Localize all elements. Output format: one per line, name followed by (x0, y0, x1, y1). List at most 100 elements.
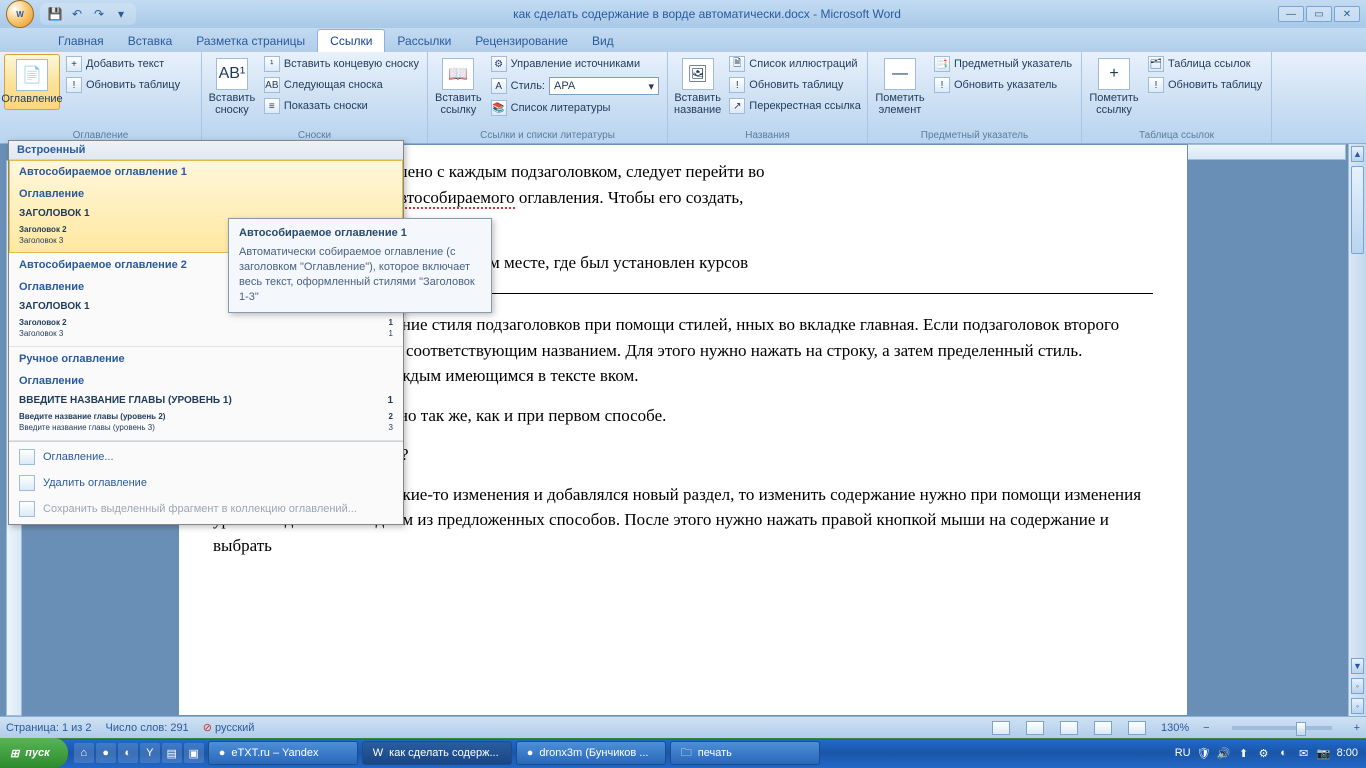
view-print-layout[interactable] (992, 721, 1010, 735)
scroll-thumb[interactable] (1351, 166, 1364, 254)
save-selection-icon (19, 501, 35, 517)
tab-review[interactable]: Рецензирование (463, 30, 580, 52)
scroll-down-icon[interactable]: ▼ (1351, 658, 1364, 674)
start-button[interactable]: ⊞пуск (0, 738, 68, 768)
index-icon: 📑 (934, 56, 950, 72)
status-lang[interactable]: ⊘ русский (203, 721, 255, 734)
ql-icon[interactable]: ▤ (162, 743, 182, 763)
toc-button-label: Оглавление (1, 93, 62, 105)
insert-toa-button[interactable]: 🗂Таблица ссылок (1144, 54, 1266, 74)
view-outline[interactable] (1094, 721, 1112, 735)
insert-citation-button[interactable]: 📖 Вставить ссылку (432, 54, 485, 120)
maximize-button[interactable]: ▭ (1306, 6, 1332, 22)
tray-lang[interactable]: RU (1175, 747, 1191, 759)
qat-dropdown-icon[interactable]: ▾ (112, 5, 130, 23)
ql-icon[interactable]: ◐ (118, 743, 138, 763)
taskbar-item[interactable]: ●eTXT.ru – Yandex (208, 741, 358, 765)
toc-icon (19, 449, 35, 465)
zoom-in-icon[interactable]: + (1354, 722, 1360, 734)
tab-references[interactable]: Ссылки (317, 29, 385, 52)
citation-style-combo[interactable]: APA▾ (549, 77, 659, 95)
figures-icon: 🗎 (729, 56, 745, 72)
tab-home[interactable]: Главная (46, 30, 116, 52)
scrollbar-vertical[interactable]: ▲ ▼ ◦ ◦ (1348, 144, 1366, 716)
update-icon: ! (729, 77, 745, 93)
ribbon-tabs: Главная Вставка Разметка страницы Ссылки… (0, 28, 1366, 52)
tray-icon[interactable]: ⚙ (1257, 746, 1271, 760)
status-page[interactable]: Страница: 1 из 2 (6, 722, 92, 734)
taskbar-item[interactable]: ●dronx3m (Бунчиков ... (516, 741, 666, 765)
tab-mailings[interactable]: Рассылки (385, 30, 463, 52)
system-tray: RU 🛡 🔊 ⬆ ⚙ ◐ ✉ 📷 8:00 (1175, 746, 1366, 760)
toc-button[interactable]: 📄 Оглавление (4, 54, 60, 110)
update-toa-button[interactable]: !Обновить таблицу (1144, 75, 1266, 95)
add-text-icon: + (66, 56, 82, 72)
mark-citation-button[interactable]: + Пометить ссылку (1086, 54, 1142, 120)
undo-icon[interactable]: ↶ (68, 5, 86, 23)
save-icon[interactable]: 💾 (46, 5, 64, 23)
mark-entry-button[interactable]: — Пометить элемент (872, 54, 928, 120)
mark-entry-icon: — (884, 58, 916, 90)
group-label: Предметный указатель (868, 130, 1081, 141)
zoom-slider[interactable] (1232, 726, 1332, 730)
ql-icon[interactable]: ● (96, 743, 116, 763)
window-title: как сделать содержание в ворде автоматич… (136, 7, 1278, 21)
windows-logo-icon: ⊞ (10, 747, 19, 760)
next-footnote-button[interactable]: ABСледующая сноска (260, 75, 423, 95)
taskbar-item[interactable]: 🗀печать (670, 741, 820, 765)
tooltip-title: Автособираемое оглавление 1 (239, 227, 481, 239)
tab-view[interactable]: Вид (580, 30, 626, 52)
zoom-out-icon[interactable]: − (1203, 722, 1209, 734)
ql-icon[interactable]: ▣ (184, 743, 204, 763)
toc-remove[interactable]: Удалить оглавление (9, 470, 403, 496)
quick-access-toolbar: 💾 ↶ ↷ ▾ (40, 3, 136, 25)
tray-clock[interactable]: 8:00 (1337, 747, 1358, 759)
tab-insert[interactable]: Вставка (116, 30, 185, 52)
tray-icon[interactable]: ◐ (1277, 746, 1291, 760)
minimize-button[interactable]: — (1278, 6, 1304, 22)
quick-launch: ⌂ ● ◐ Y ▤ ▣ (74, 743, 204, 763)
insert-index-button[interactable]: 📑Предметный указатель (930, 54, 1076, 74)
taskbar-item[interactable]: Wкак сделать содерж... (362, 741, 512, 765)
manage-sources-button[interactable]: ⚙Управление источниками (487, 54, 663, 74)
update-icon: ! (66, 77, 82, 93)
insert-caption-button[interactable]: 🖼 Вставить название (672, 54, 723, 120)
toc-insert-custom[interactable]: Оглавление... (9, 444, 403, 470)
next-page-icon[interactable]: ◦ (1351, 698, 1364, 714)
tray-icon[interactable]: ✉ (1297, 746, 1311, 760)
insert-endnote-button[interactable]: ¹Вставить концевую сноску (260, 54, 423, 74)
update-captions-button[interactable]: !Обновить таблицу (725, 75, 865, 95)
cross-reference-button[interactable]: ↗Перекрестная ссылка (725, 96, 865, 116)
group-label: Ссылки и списки литературы (428, 130, 667, 141)
tab-page-layout[interactable]: Разметка страницы (184, 30, 317, 52)
tray-icon[interactable]: 🔊 (1217, 746, 1231, 760)
view-web[interactable] (1060, 721, 1078, 735)
update-index-button[interactable]: !Обновить указатель (930, 75, 1076, 95)
tray-icon[interactable]: 📷 (1317, 746, 1331, 760)
prev-page-icon[interactable]: ◦ (1351, 678, 1364, 694)
ql-icon[interactable]: Y (140, 743, 160, 763)
tray-icon[interactable]: 🛡 (1197, 746, 1211, 760)
update-toc-button[interactable]: !Обновить таблицу (62, 75, 184, 95)
ql-icon[interactable]: ⌂ (74, 743, 94, 763)
group-label: Названия (668, 130, 867, 141)
tray-icon[interactable]: ⬆ (1237, 746, 1251, 760)
zoom-value[interactable]: 130% (1161, 722, 1189, 734)
office-orb[interactable]: W (6, 0, 34, 28)
add-text-button[interactable]: +Добавить текст (62, 54, 184, 74)
toc-gallery-manual[interactable]: Ручное оглавление Оглавление ВВЕДИТЕ НАЗ… (9, 347, 403, 441)
view-full-screen[interactable] (1026, 721, 1044, 735)
figures-list-button[interactable]: 🗎Список иллюстраций (725, 54, 865, 74)
mark-citation-icon: + (1098, 58, 1130, 90)
close-button[interactable]: ✕ (1334, 6, 1360, 22)
bibliography-button[interactable]: 📚Список литературы (487, 98, 663, 118)
toc-section-builtin: Встроенный (9, 141, 403, 160)
view-draft[interactable] (1128, 721, 1146, 735)
citation-icon: 📖 (442, 58, 474, 90)
status-words[interactable]: Число слов: 291 (106, 722, 189, 734)
footnote-icon: AB¹ (216, 58, 248, 90)
insert-footnote-button[interactable]: AB¹ Вставить сноску (206, 54, 258, 120)
show-footnotes-button[interactable]: ≡Показать сноски (260, 96, 423, 116)
redo-icon[interactable]: ↷ (90, 5, 108, 23)
scroll-up-icon[interactable]: ▲ (1351, 146, 1364, 162)
